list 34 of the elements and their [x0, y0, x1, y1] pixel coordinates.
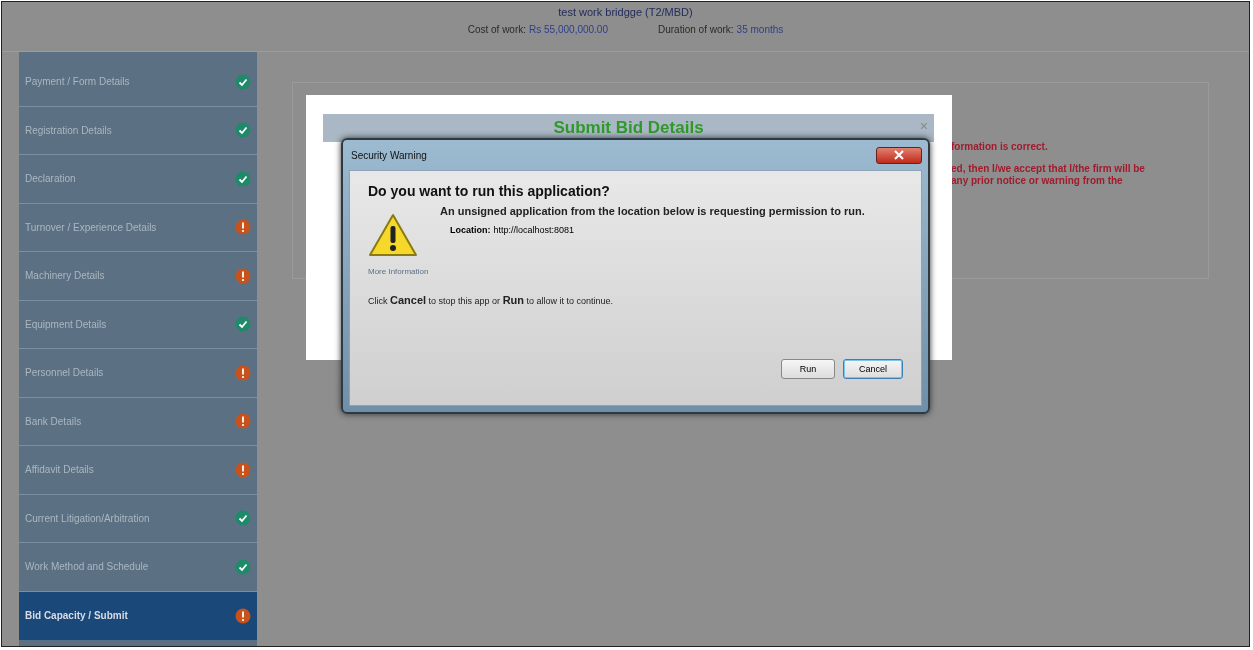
close-icon [892, 150, 906, 160]
location-value: http://localhost:8081 [493, 225, 575, 235]
dialog-title: Security Warning [351, 149, 427, 161]
sidebar-item[interactable]: Registration Details [19, 106, 257, 155]
sidebar-item[interactable]: Work Method and Schedule [19, 543, 257, 592]
dialog-button[interactable]: Cancel [843, 359, 903, 379]
warning-note: any prior notice or warning from the [951, 175, 1124, 187]
dialog-message: An unsigned application from the location below is requesting permission to run. [440, 205, 866, 217]
location-label: Location: [450, 225, 491, 235]
warning-note: formation is correct. [951, 141, 1049, 153]
close-button[interactable] [876, 146, 922, 164]
duration-value: 35 months [736, 24, 784, 35]
sidebar-item[interactable]: Personnel Details [19, 349, 257, 398]
dialog-button[interactable]: Run [781, 359, 835, 379]
close-button[interactable]: × [919, 118, 928, 134]
instruction-text: Click Cancel to stop this app or Run to allow it to continue. [368, 294, 615, 306]
warning-icon [368, 213, 418, 257]
modal-title: Submit Bid Details [553, 118, 704, 138]
sidebar-item[interactable]: Bid Capacity / Submit [19, 591, 257, 640]
sidebar-item[interactable]: Declaration [19, 155, 257, 204]
sidebar-item[interactable]: Turnover / Experience Details [19, 203, 257, 252]
cost-value: Rs 55,000,000.00 [529, 24, 608, 35]
sidebar-item[interactable]: Bank Details [19, 397, 257, 446]
sidebar-item[interactable]: Affidavit Details [19, 446, 257, 495]
cost-label: Cost of work: [467, 24, 527, 35]
sidebar-item[interactable]: Machinery Details [19, 252, 257, 301]
sidebar-item[interactable]: Equipment Details [19, 300, 257, 349]
more-information-link[interactable]: More Information [368, 267, 903, 276]
sidebar-item[interactable]: Payment / Form Details [19, 58, 257, 107]
work-title: test work bridgge (T2/MBD) [558, 6, 693, 18]
warning-note: ed, then I/we accept that I/the firm will be [951, 163, 1146, 175]
duration-label: Duration of work: [658, 24, 734, 35]
dialog-heading: Do you want to run this application? [368, 183, 611, 199]
sidebar-item[interactable]: Current Litigation/Arbitration [19, 494, 257, 543]
